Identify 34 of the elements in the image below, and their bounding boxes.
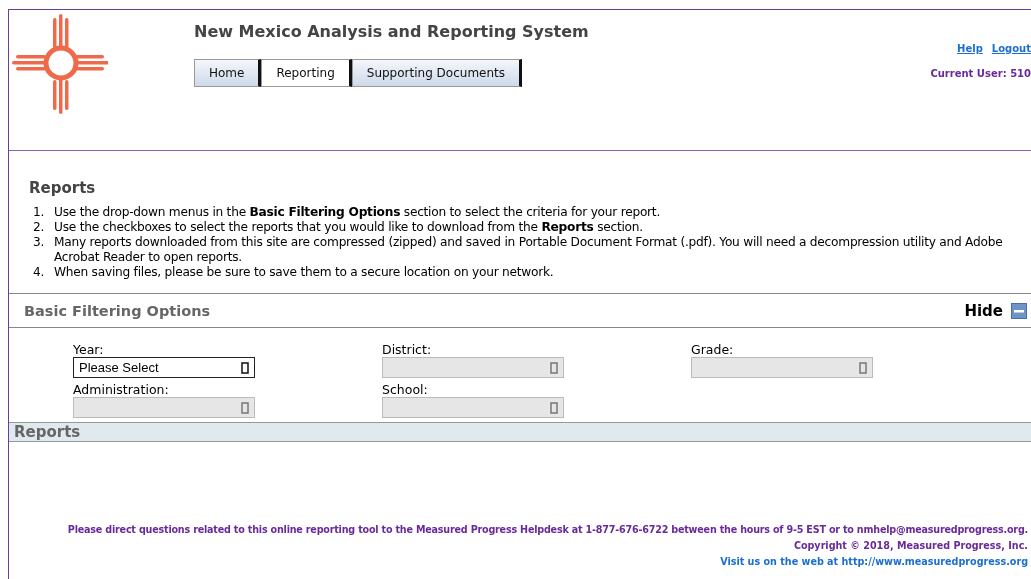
dropdown-icon xyxy=(241,361,249,374)
instruction-item: Use the checkboxes to select the reports that you would like to download from the Reports section. xyxy=(54,220,644,235)
field-label: Year: xyxy=(73,342,105,357)
dropdown-icon xyxy=(550,401,558,414)
dropdown-icon xyxy=(241,401,249,414)
dropdown-field[interactable]: Please Select xyxy=(73,357,255,378)
instruction-item: When saving files, please be sure to save them to a secure location on your network. xyxy=(54,265,555,280)
website-link[interactable]: Visit us on the web at http://www.measuredprogress.org xyxy=(720,554,1028,570)
header-link[interactable]: Help xyxy=(957,43,983,54)
field-label: District: xyxy=(382,342,433,357)
collapse-icon xyxy=(1011,302,1027,319)
dropdown-icon xyxy=(550,361,558,374)
step-number: 2. xyxy=(33,220,46,235)
nav-tab[interactable]: Reporting xyxy=(261,59,352,87)
instruction-item: Use the drop-down menus in the Basic Filtering Options section to select the criteria for your report. xyxy=(54,205,661,220)
field-label: Grade: xyxy=(691,342,735,357)
step-number: 1. xyxy=(33,205,46,220)
section-title: Basic Filtering Options xyxy=(24,302,211,319)
field-label: School: xyxy=(382,382,429,397)
site-title: New Mexico Analysis and Reporting System xyxy=(194,22,589,41)
field-label: Administration: xyxy=(73,382,170,397)
section-title: Reports xyxy=(14,423,81,441)
nav-tab[interactable]: Home xyxy=(194,59,262,87)
dropdown-icon xyxy=(859,361,867,374)
nav-tab[interactable]: Supporting Documents xyxy=(351,59,522,87)
step-number: 4. xyxy=(33,265,46,280)
step-number: 3. xyxy=(33,235,46,251)
section-title: Reports xyxy=(29,179,97,197)
hide-button[interactable]: Hide xyxy=(964,301,1027,320)
current-user: Current User: 510 xyxy=(930,68,1031,79)
copyright: Copyright © 2018, Measured Progress, Inc. xyxy=(793,539,1028,553)
header-link[interactable]: Logout xyxy=(991,43,1031,54)
instruction-item: Many reports downloaded from this site are compressed (zipped) and saved in Portable Document Format (.pdf). You will need a decompression utility and Adobe Acrobat Reader to open reports. xyxy=(54,235,1004,265)
helpdesk-note: Please direct questions related to this online reporting tool to the Measured Progress Helpdesk at 1-877-676-6722 between the hours of 9-5 EST or to nmhelp@measuredprogress.org. xyxy=(67,523,1028,537)
